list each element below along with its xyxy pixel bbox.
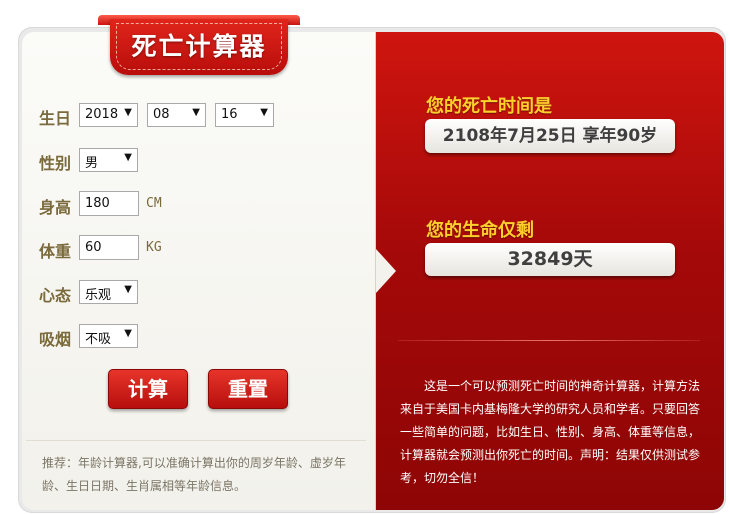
weight-input[interactable]: 60 (79, 235, 139, 260)
smoking-label: 吸烟 (39, 330, 72, 349)
title-ribbon: 死亡计算器 (98, 15, 300, 77)
mood-label: 心态 (39, 286, 72, 305)
caret-down-icon: ▼ (124, 152, 132, 163)
calculate-button[interactable]: 计算 (108, 369, 188, 409)
calculator-description: 这是一个可以预测死亡时间的神奇计算器，计算方法来自于美国卡内基梅隆大学的研究人员… (400, 379, 701, 485)
birth-day-value: 16 (221, 107, 238, 122)
caret-down-icon: ▼ (260, 107, 268, 118)
birth-year-value: 2018 (85, 107, 119, 122)
birth-day-select[interactable]: 16 ▼ (215, 103, 274, 127)
birth-year-select[interactable]: 2018 ▼ (79, 103, 138, 127)
smoking-select[interactable]: 不吸 ▼ (79, 324, 138, 348)
caret-down-icon: ▼ (124, 284, 132, 295)
gender-value: 男 (85, 156, 99, 171)
birthday-label: 生日 (39, 109, 72, 128)
result-divider (398, 340, 700, 341)
birth-month-value: 08 (153, 107, 170, 122)
caret-down-icon: ▼ (192, 107, 200, 118)
height-label: 身高 (39, 198, 72, 217)
gender-select[interactable]: 男 ▼ (79, 148, 138, 172)
birth-month-select[interactable]: 08 ▼ (147, 103, 206, 127)
smoking-value: 不吸 (85, 332, 112, 347)
height-input[interactable]: 180 (79, 191, 139, 216)
weight-unit: KG (146, 240, 162, 255)
recommendation-tip: 推荐：年龄计算器,可以准确计算出你的周岁年龄、虚岁年龄、生日日期、生肖属相等年龄… (42, 456, 346, 493)
caret-down-icon: ▼ (124, 107, 132, 118)
height-unit: CM (146, 196, 162, 211)
reset-button[interactable]: 重置 (208, 369, 288, 409)
remaining-life-heading: 您的生命仅剩 (426, 220, 534, 241)
panel-pointer-arrow (376, 249, 396, 293)
remaining-life-value: 32849天 (425, 243, 675, 276)
mood-value: 乐观 (85, 288, 112, 303)
tip-divider (26, 440, 366, 441)
mood-select[interactable]: 乐观 ▼ (79, 280, 138, 304)
page-title: 死亡计算器 (131, 32, 267, 61)
caret-down-icon: ▼ (124, 328, 132, 339)
gender-label: 性别 (39, 154, 72, 173)
death-time-value: 2108年7月25日 享年90岁 (425, 119, 675, 153)
death-time-heading: 您的死亡时间是 (426, 96, 552, 117)
weight-label: 体重 (39, 242, 72, 261)
